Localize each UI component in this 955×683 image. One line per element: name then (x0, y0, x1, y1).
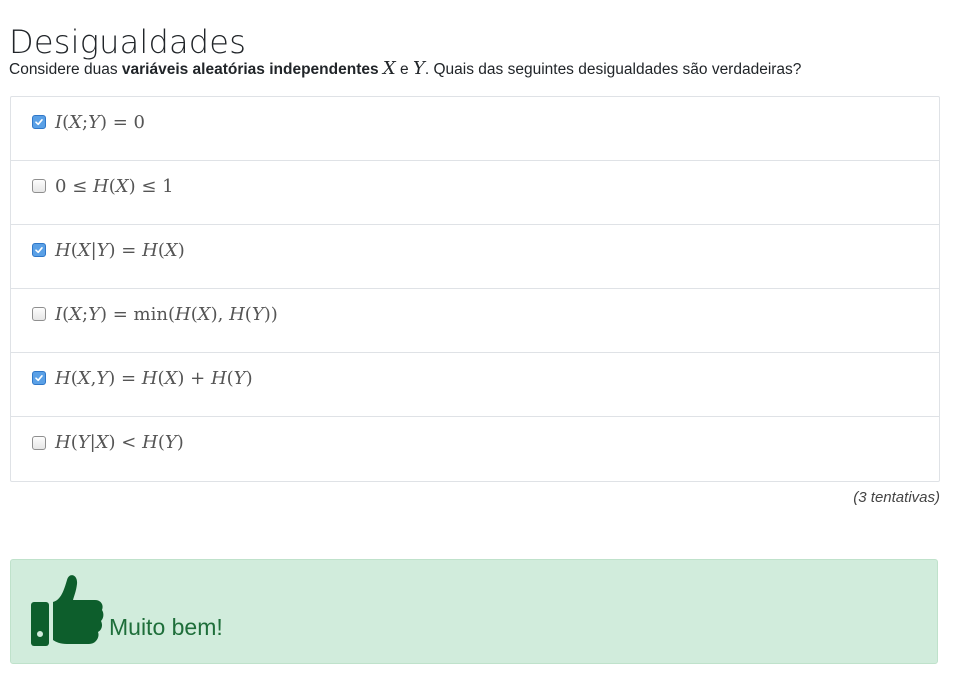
question-prefix: Considere duas (9, 61, 122, 78)
option-formula: I(X;Y) = 0 (55, 111, 145, 133)
var-x: X (382, 58, 396, 79)
option-item: H(Y|X) < H(Y) (11, 417, 939, 481)
option-checkbox[interactable] (32, 243, 46, 257)
check-icon (35, 119, 43, 126)
option-item: H(X|Y) = H(X) (11, 225, 939, 289)
check-icon (35, 247, 43, 254)
option-checkbox[interactable] (32, 371, 46, 385)
page-title: Desigualdades (9, 23, 247, 62)
option-formula: H(X|Y) = H(X) (55, 239, 185, 261)
option-checkbox[interactable] (32, 179, 46, 193)
option-formula: H(Y|X) < H(Y) (55, 432, 184, 453)
question-bold: variáveis aleatórias independentes (121, 61, 379, 78)
check-icon (35, 375, 43, 382)
option-checkbox[interactable] (32, 115, 46, 129)
question-suffix: . Quais das seguintes desigualdades são … (424, 61, 802, 78)
success-alert: Muito bem! (10, 559, 938, 664)
option-checkbox[interactable] (32, 307, 46, 321)
options-list: I(X;Y) = 0 0 ≤ H(X) ≤ 1 H(X|Y) = H(X) I(… (10, 96, 940, 482)
var-y: Y (412, 58, 425, 79)
option-item: I(X;Y) = min(H(X), H(Y)) (11, 289, 939, 353)
success-message: Muito bem! (109, 614, 223, 640)
question-text: Considere duas variáveis aleatórias inde… (9, 58, 801, 79)
option-formula: H(X,Y) = H(X) + H(Y) (55, 367, 253, 389)
option-label[interactable]: 0 ≤ H(X) ≤ 1 (32, 176, 174, 197)
question-conj: e (395, 61, 413, 78)
option-label[interactable]: H(Y|X) < H(Y) (32, 432, 184, 453)
thumbs-up-icon (31, 575, 104, 646)
option-label[interactable]: I(X;Y) = min(H(X), H(Y)) (32, 304, 278, 325)
option-item: I(X;Y) = 0 (11, 97, 939, 161)
attempts-count: (3 tentativas) (853, 489, 940, 506)
option-label[interactable]: I(X;Y) = 0 (32, 112, 145, 133)
option-label[interactable]: H(X,Y) = H(X) + H(Y) (32, 368, 253, 389)
option-item: H(X,Y) = H(X) + H(Y) (11, 353, 939, 417)
option-formula: 0 ≤ H(X) ≤ 1 (55, 175, 174, 197)
option-formula: I(X;Y) = min(H(X), H(Y)) (55, 303, 278, 325)
option-label[interactable]: H(X|Y) = H(X) (32, 240, 185, 261)
option-item: 0 ≤ H(X) ≤ 1 (11, 161, 939, 225)
option-checkbox[interactable] (32, 435, 46, 450)
